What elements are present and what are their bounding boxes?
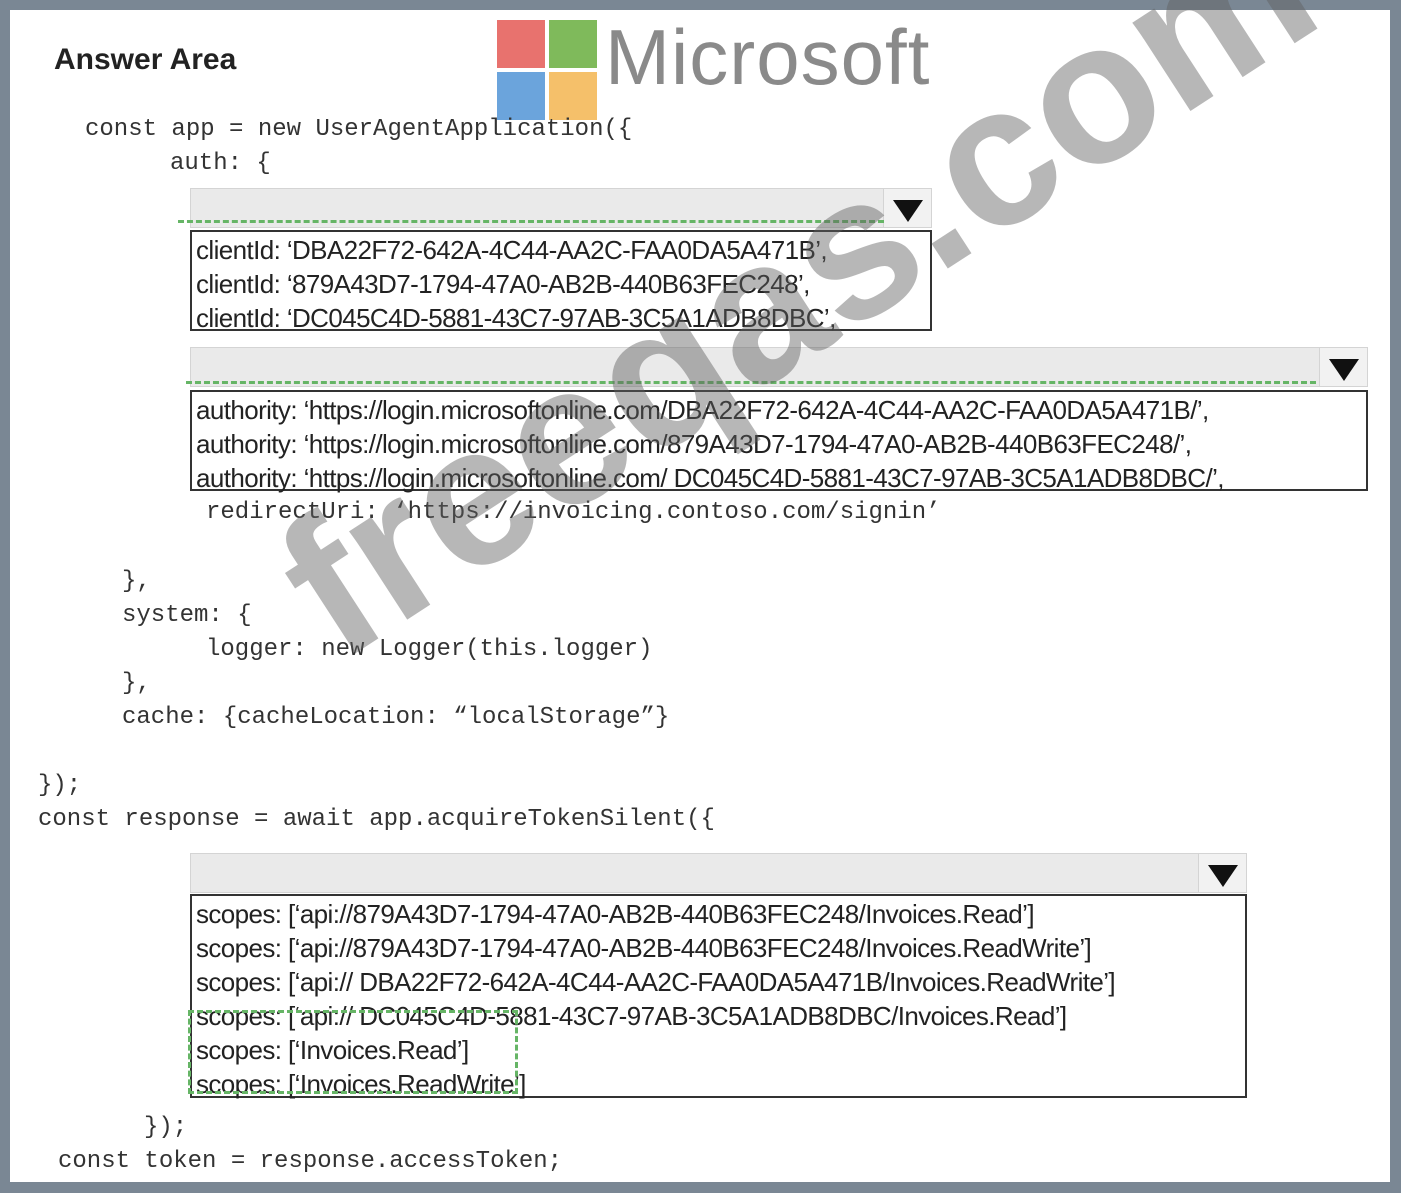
selection-marker <box>178 220 884 223</box>
scopes-option[interactable]: scopes: [‘api://879A43D7-1794-47A0-AB2B-… <box>196 931 1241 965</box>
answer-area-panel: Answer Area Microsoft const app = new Us… <box>10 0 1390 1182</box>
clientid-options-list: clientId: ‘DBA22F72-642A-4C44-AA2C-FAA0D… <box>190 230 932 333</box>
answer-area-title: Answer Area <box>54 43 237 76</box>
authority-option[interactable]: authority: ‘https://login.microsoftonlin… <box>196 427 1362 461</box>
logo-tile-yellow <box>549 72 597 120</box>
authority-option[interactable]: authority: ‘https://login.microsoftonlin… <box>196 461 1362 495</box>
logo-wordmark: Microsoft <box>605 13 931 101</box>
logo-tile-green <box>549 20 597 68</box>
dropdown-arrow-icon[interactable] <box>1319 348 1367 386</box>
code-line-close-system: }, <box>122 670 151 697</box>
code-line-system: system: { <box>122 602 252 629</box>
scopes-option[interactable]: scopes: [‘api://879A43D7-1794-47A0-AB2B-… <box>196 897 1241 931</box>
logo-tile-blue <box>497 72 545 120</box>
microsoft-logo: Microsoft <box>497 13 957 120</box>
clientid-option[interactable]: clientId: ‘879A43D7-1794-47A0-AB2B-440B6… <box>196 267 926 301</box>
code-line-close-auth: }, <box>122 568 151 595</box>
scopes-option[interactable]: scopes: [‘api:// DBA22F72-642A-4C44-AA2C… <box>196 965 1241 999</box>
clientid-option[interactable]: clientId: ‘DC045C4D-5881-43C7-97AB-3C5A1… <box>196 301 926 335</box>
dropdown-arrow-icon[interactable] <box>1198 854 1246 892</box>
code-line-close-response: }); <box>144 1114 188 1141</box>
authority-option[interactable]: authority: ‘https://login.microsoftonlin… <box>196 393 1362 427</box>
code-line-redirect-uri: redirectUri: ‘https://invoicing.contoso.… <box>206 499 941 526</box>
code-line-const-response: const response = await app.acquireTokenS… <box>38 806 715 833</box>
authority-options-list: authority: ‘https://login.microsoftonlin… <box>190 390 1368 493</box>
code-line-close-app: }); <box>38 772 82 799</box>
code-line-logger: logger: new Logger(this.logger) <box>206 636 653 663</box>
clientid-option[interactable]: clientId: ‘DBA22F72-642A-4C44-AA2C-FAA0D… <box>196 233 926 267</box>
logo-tile-red <box>497 20 545 68</box>
selection-marker <box>188 1010 518 1094</box>
dropdown-arrow-icon[interactable] <box>883 189 931 227</box>
code-line-const-token: const token = response.accessToken; <box>58 1148 563 1175</box>
code-line-cache: cache: {cacheLocation: “localStorage”} <box>122 704 670 731</box>
scopes-dropdown[interactable] <box>190 853 1247 893</box>
selection-marker <box>186 381 1316 384</box>
code-line-auth: auth: { <box>170 150 271 177</box>
code-line-const-app: const app = new UserAgentApplication({ <box>85 116 633 143</box>
